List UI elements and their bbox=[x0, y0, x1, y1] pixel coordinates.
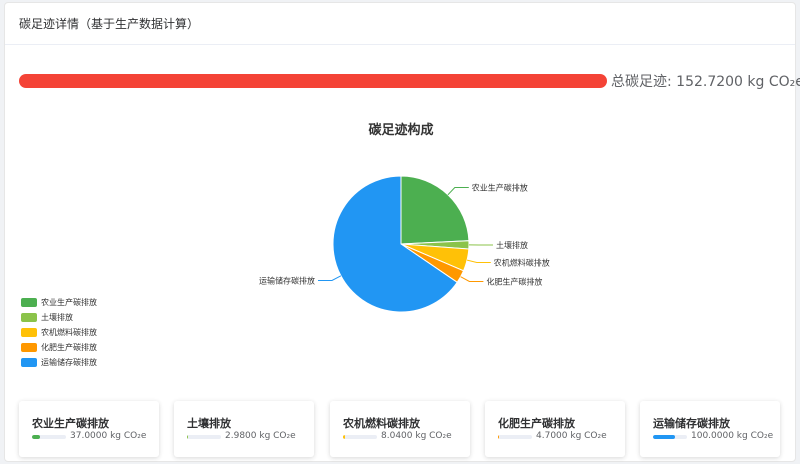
stat-name: 农业生产碳排放 bbox=[32, 417, 109, 430]
pie-slice-label: 农机燃料碳排放 bbox=[494, 258, 550, 268]
legend-label: 土壤排放 bbox=[41, 313, 73, 322]
legend-swatch bbox=[21, 298, 37, 307]
stat-progress-fill bbox=[343, 435, 345, 439]
pie-leader-line bbox=[318, 275, 342, 281]
stat-value: 2.9800 kg CO₂e bbox=[225, 431, 296, 441]
pie-leader-line bbox=[460, 276, 484, 282]
legend-label: 农业生产碳排放 bbox=[41, 298, 97, 307]
stat-progress-fill bbox=[498, 435, 500, 439]
pie-slice-label: 运输储存碳排放 bbox=[259, 276, 315, 286]
stat-card-transport-storage: 运输储存碳排放 100.0000 kg CO₂e bbox=[640, 401, 780, 457]
stat-name: 化肥生产碳排放 bbox=[498, 417, 575, 430]
chart-legend: 农业生产碳排放 土壤排放 农机燃料碳排放 化肥生产碳排放 运输储存碳排放 bbox=[21, 295, 97, 370]
stat-value: 100.0000 kg CO₂e bbox=[691, 431, 774, 441]
legend-label: 化肥生产碳排放 bbox=[41, 343, 97, 352]
stat-name: 土壤排放 bbox=[187, 417, 231, 430]
stat-progress-fill bbox=[187, 435, 188, 439]
stat-progress-track bbox=[343, 435, 377, 439]
legend-swatch bbox=[21, 343, 37, 352]
pie-slice-label: 化肥生产碳排放 bbox=[486, 277, 542, 287]
stat-card-machinery-fuel: 农机燃料碳排放 8.0400 kg CO₂e bbox=[330, 401, 470, 457]
stat-progress-track bbox=[653, 435, 687, 439]
stat-card-soil: 土壤排放 2.9800 kg CO₂e bbox=[174, 401, 314, 457]
pie-slice[interactable] bbox=[400, 175, 470, 245]
stat-value: 37.0000 kg CO₂e bbox=[70, 431, 147, 441]
stat-name: 农机燃料碳排放 bbox=[343, 417, 420, 430]
carbon-footprint-card: 碳足迹详情（基于生产数据计算） 总碳足迹: 152.7200 kg CO₂e 碳… bbox=[4, 2, 800, 462]
pie-chart: 农业生产碳排放土壤排放农机燃料碳排放化肥生产碳排放 运输储存碳排放 bbox=[259, 175, 550, 313]
pie-leader-line bbox=[466, 259, 491, 263]
stat-progress-track bbox=[32, 435, 66, 439]
legend-item[interactable]: 农机燃料碳排放 bbox=[21, 325, 97, 340]
stat-card-agriculture: 农业生产碳排放 37.0000 kg CO₂e bbox=[19, 401, 159, 457]
stat-progress-track bbox=[187, 435, 221, 439]
legend-item[interactable]: 化肥生产碳排放 bbox=[21, 340, 97, 355]
stat-value: 8.0400 kg CO₂e bbox=[381, 431, 452, 441]
legend-label: 农机燃料碳排放 bbox=[41, 328, 97, 337]
stat-name: 运输储存碳排放 bbox=[653, 417, 730, 430]
legend-item[interactable]: 农业生产碳排放 bbox=[21, 295, 97, 310]
legend-item[interactable]: 土壤排放 bbox=[21, 310, 97, 325]
legend-swatch bbox=[21, 313, 37, 322]
stat-progress-track bbox=[498, 435, 532, 439]
stat-card-fertilizer: 化肥生产碳排放 4.7000 kg CO₂e bbox=[485, 401, 625, 457]
legend-swatch bbox=[21, 328, 37, 337]
legend-swatch bbox=[21, 358, 37, 367]
pie-slice-label: 农业生产碳排放 bbox=[472, 183, 528, 193]
pie-leader-line bbox=[447, 187, 469, 196]
legend-label: 运输储存碳排放 bbox=[41, 358, 97, 367]
stat-value: 4.7000 kg CO₂e bbox=[536, 431, 607, 441]
stat-progress-fill bbox=[653, 435, 676, 439]
stat-progress-fill bbox=[32, 435, 41, 439]
pie-slice-label: 土壤排放 bbox=[496, 240, 528, 250]
legend-item[interactable]: 运输储存碳排放 bbox=[21, 355, 97, 370]
